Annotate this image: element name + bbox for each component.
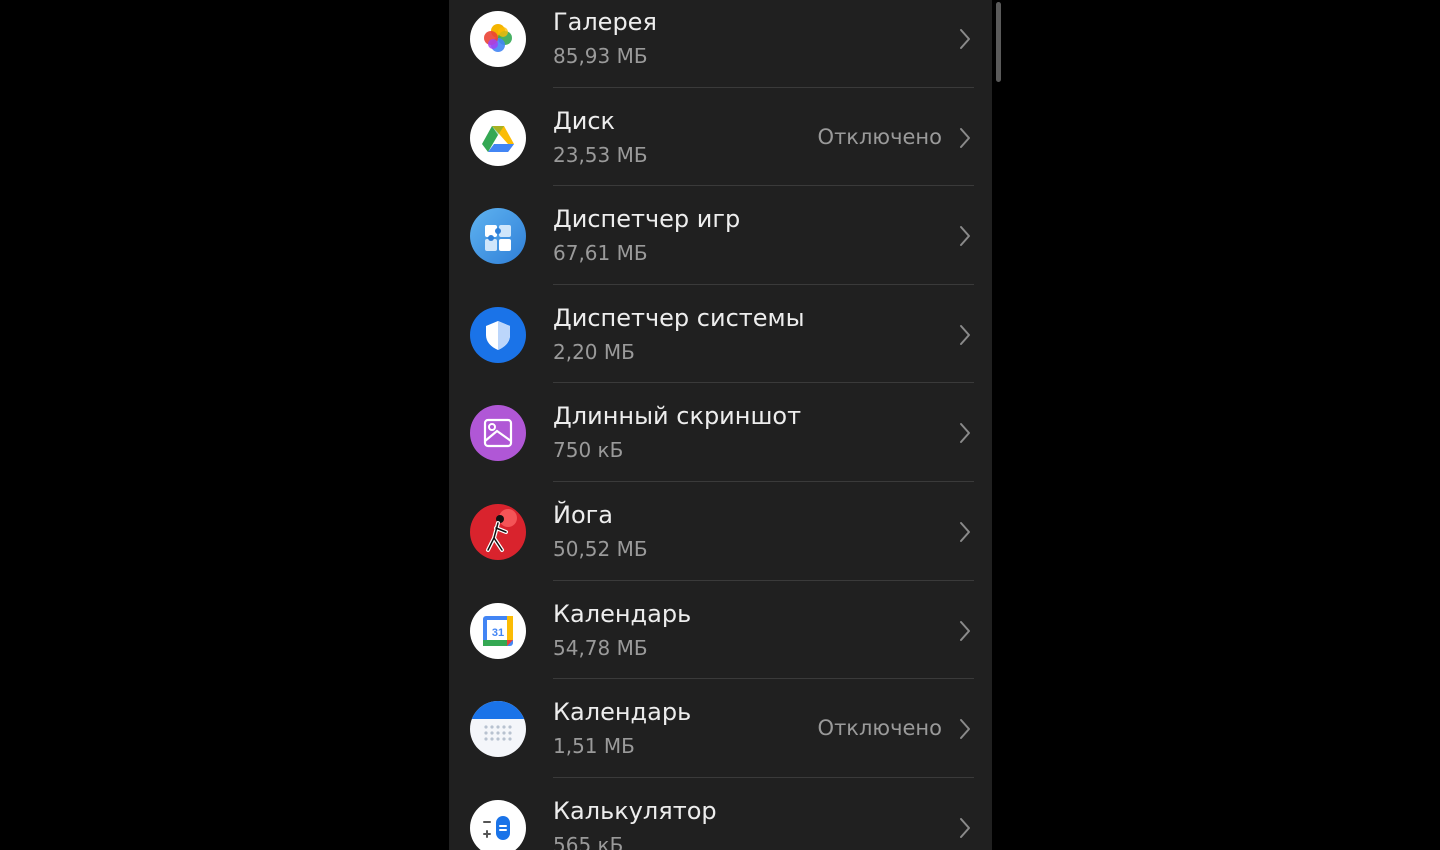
long-screenshot-icon — [470, 405, 526, 462]
yoga-icon — [470, 503, 526, 560]
list-item-gallery[interactable]: Галерея 85,93 МБ — [449, 0, 992, 88]
list-item-drive[interactable]: Диск 23,53 МБ Отключено — [449, 88, 992, 187]
chevron-right-icon — [960, 719, 970, 740]
app-name: Калькулятор — [553, 796, 717, 825]
app-size: 23,53 МБ — [553, 142, 648, 167]
app-name: Календарь — [553, 698, 692, 727]
app-size: 1,51 МБ — [553, 734, 635, 759]
calendar-icon — [470, 701, 526, 758]
app-list-screen: Галерея 85,93 МБ Диск 23,53 МБ Отключено — [449, 0, 992, 850]
app-name: Длинный скриншот — [553, 402, 802, 431]
app-list: Галерея 85,93 МБ Диск 23,53 МБ Отключено — [449, 0, 992, 850]
app-size: 2,20 МБ — [553, 339, 635, 364]
app-status: Отключено — [817, 716, 942, 741]
app-size: 67,61 МБ — [553, 241, 648, 266]
list-item-long-screenshot[interactable]: Длинный скриншот 750 кБ — [449, 383, 992, 482]
app-size: 750 кБ — [553, 438, 624, 463]
calendar-day-label: 31 — [492, 627, 504, 639]
app-size: 85,93 МБ — [553, 44, 648, 68]
list-item-calendar[interactable]: Календарь 1,51 МБ Отключено — [449, 679, 992, 778]
google-calendar-icon: 31 — [470, 602, 526, 659]
app-name: Диспетчер системы — [553, 303, 805, 332]
app-name: Диспетчер игр — [553, 205, 741, 234]
chevron-right-icon — [960, 226, 970, 247]
app-name: Календарь — [553, 599, 692, 628]
list-item-system-manager[interactable]: Диспетчер системы 2,20 МБ — [449, 285, 992, 384]
gallery-icon — [470, 11, 526, 67]
scrollbar[interactable] — [996, 2, 1001, 82]
chevron-right-icon — [960, 127, 970, 148]
chevron-right-icon — [960, 324, 970, 345]
app-size: 565 кБ — [553, 832, 624, 850]
app-name: Йога — [553, 500, 613, 529]
list-item-yoga[interactable]: Йога 50,52 МБ — [449, 482, 992, 581]
chevron-right-icon — [960, 521, 970, 542]
list-item-game-manager[interactable]: Диспетчер игр 67,61 МБ — [449, 186, 992, 285]
drive-icon — [470, 109, 526, 166]
app-status: Отключено — [817, 124, 942, 149]
chevron-right-icon — [960, 29, 970, 49]
system-manager-icon — [470, 306, 526, 363]
list-item-google-calendar[interactable]: 31 Календарь 54,78 МБ — [449, 581, 992, 680]
app-size: 50,52 МБ — [553, 536, 648, 561]
list-item-calculator[interactable]: Калькулятор 565 кБ — [449, 778, 992, 850]
game-manager-icon — [470, 208, 526, 265]
calculator-icon — [470, 799, 526, 850]
chevron-right-icon — [960, 620, 970, 641]
chevron-right-icon — [960, 423, 970, 444]
app-name: Галерея — [553, 8, 657, 36]
chevron-right-icon — [960, 817, 970, 838]
app-size: 54,78 МБ — [553, 635, 648, 660]
app-name: Диск — [553, 106, 616, 135]
